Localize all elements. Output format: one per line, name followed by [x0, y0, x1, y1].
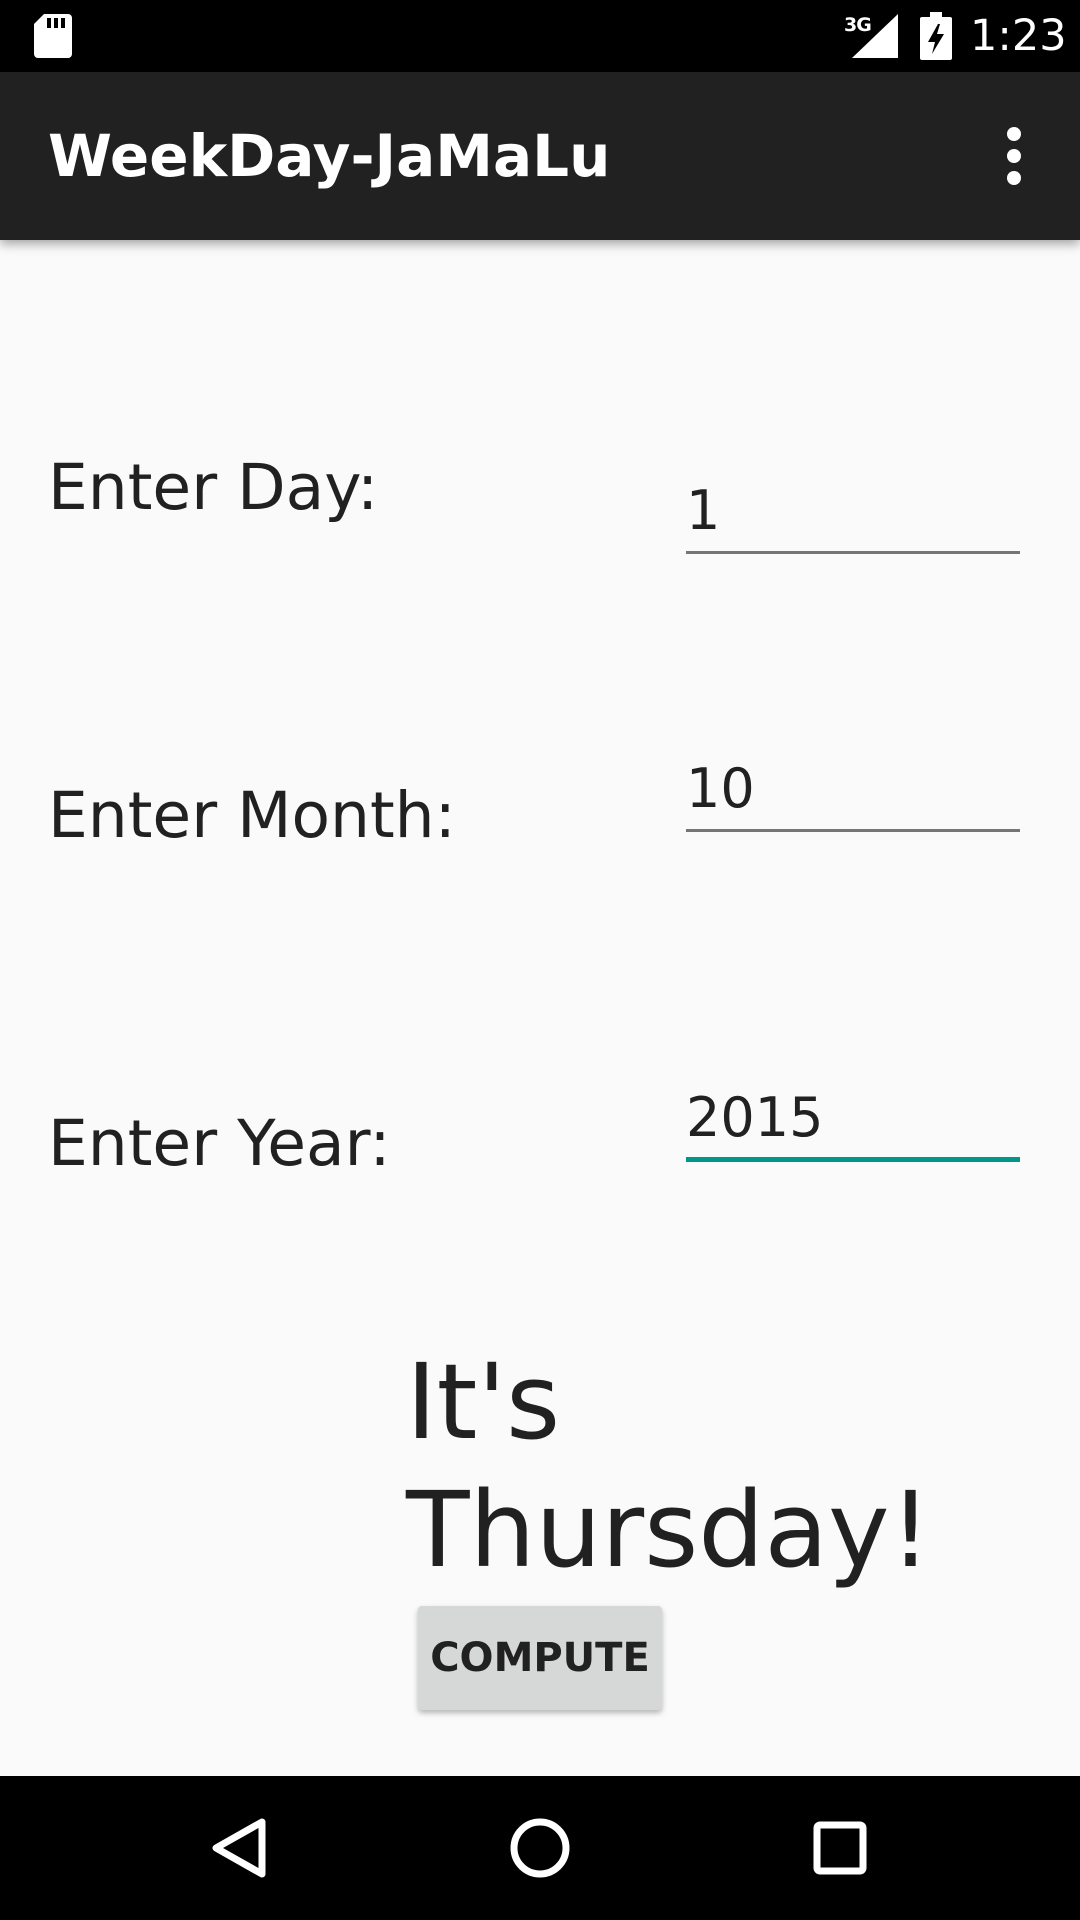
status-bar: 3G 1:23 [0, 0, 1080, 72]
weekday-result: It's Thursday! [406, 1338, 932, 1594]
app-title: WeekDay-JaMaLu [48, 122, 611, 190]
navigation-bar [0, 1776, 1080, 1920]
day-input[interactable] [686, 470, 1020, 554]
back-icon[interactable] [200, 1808, 280, 1888]
day-label: Enter Day: [48, 451, 379, 524]
app-bar: WeekDay-JaMaLu [0, 72, 1080, 240]
status-clock: 1:23 [970, 11, 1067, 61]
menu-dot [1007, 149, 1021, 163]
month-label: Enter Month: [48, 779, 456, 852]
recents-icon[interactable] [800, 1808, 880, 1888]
sd-card-icon [34, 14, 72, 58]
compute-button[interactable]: COMPUTE [418, 1606, 662, 1710]
result-line-2: Thursday! [406, 1469, 932, 1591]
result-line-1: It's [406, 1341, 561, 1463]
overflow-menu-icon[interactable] [986, 120, 1042, 192]
year-input[interactable] [686, 1078, 1020, 1162]
menu-dot [1007, 171, 1021, 185]
signal-icon [852, 14, 898, 58]
month-input[interactable] [686, 748, 1020, 832]
home-icon[interactable] [500, 1808, 580, 1888]
battery-charging-icon [920, 12, 952, 60]
year-label: Enter Year: [48, 1107, 391, 1180]
menu-dot [1007, 127, 1021, 141]
